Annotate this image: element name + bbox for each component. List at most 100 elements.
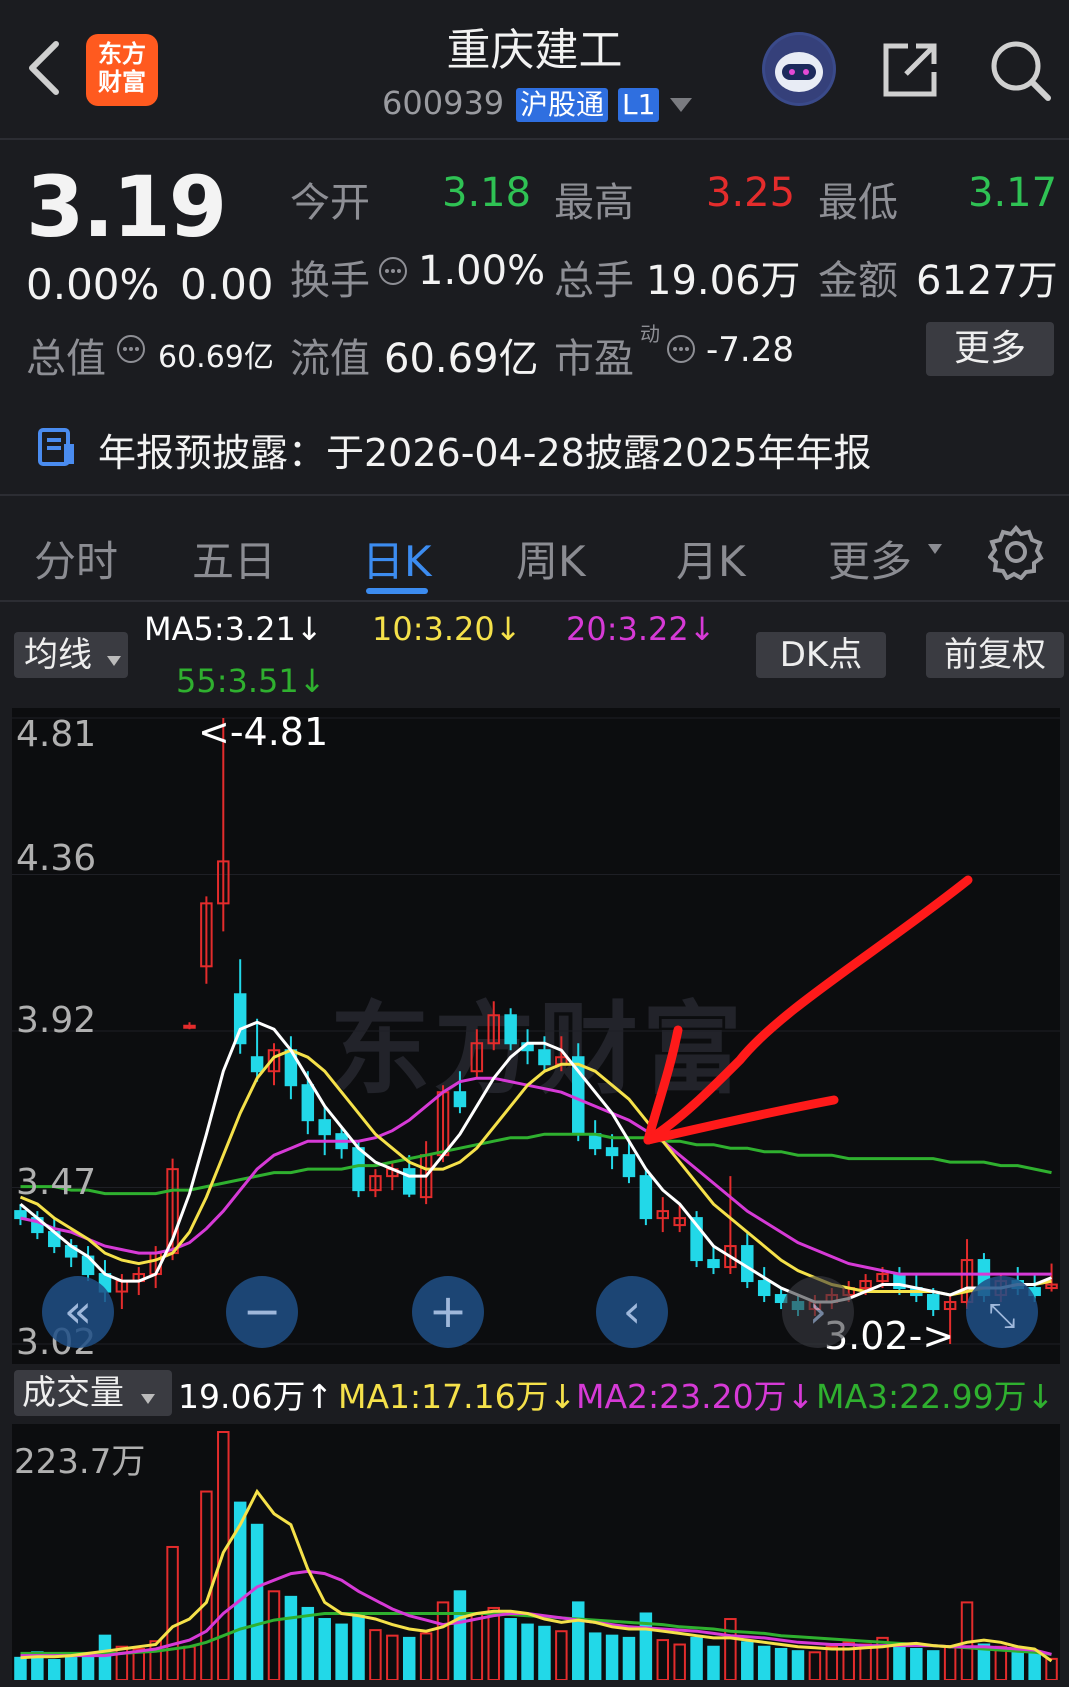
fullscreen-button[interactable]: ⤡	[966, 1276, 1038, 1348]
volume-bar	[301, 1606, 315, 1680]
chevron-right-icon: ›	[808, 1284, 828, 1338]
ma55-line	[20, 1132, 1052, 1196]
volume-bar	[741, 1641, 754, 1680]
hk-connect-badge: 沪股通	[516, 88, 609, 122]
volume-bar	[284, 1595, 298, 1680]
candle-body	[453, 1091, 467, 1108]
dropdown-caret-icon	[106, 656, 121, 666]
robot-icon	[765, 35, 833, 103]
volume-bar	[166, 1545, 179, 1680]
volume-bar	[81, 1652, 95, 1680]
annual-report-notice[interactable]: 年报预披露：于2026-04-28披露2025年年报	[98, 422, 872, 477]
price-axis-label-481: 4.81	[16, 714, 97, 755]
change-amount: 0.00	[180, 260, 274, 309]
candle-body	[538, 1049, 551, 1066]
volume-bar	[791, 1650, 805, 1680]
volume-bar	[605, 1634, 619, 1680]
candle-body	[622, 1154, 636, 1178]
tab-weekly-k[interactable]: 周K	[516, 528, 586, 589]
volume-bar	[419, 1632, 433, 1680]
volume-bar	[369, 1629, 382, 1680]
tab-intraday[interactable]: 分时	[34, 528, 118, 589]
price-axis-label-436: 4.36	[16, 838, 97, 879]
volume-label: 总手	[554, 258, 634, 304]
double-chevron-left-icon: «	[63, 1284, 93, 1338]
volume-bar	[926, 1650, 940, 1680]
volume-bar	[825, 1645, 839, 1680]
zoom-out-button[interactable]: −	[226, 1276, 298, 1348]
volume-bar	[690, 1636, 703, 1680]
volume-bar	[673, 1643, 686, 1680]
volume-bar	[572, 1601, 585, 1680]
dk-point-button[interactable]: DK点	[756, 632, 886, 678]
volume-bar	[64, 1654, 78, 1680]
ma-selector-button[interactable]: 均线	[14, 632, 128, 678]
candle-body	[504, 1014, 517, 1045]
expand-arrows-icon: ⤡	[988, 1296, 1016, 1336]
tab-daily-k[interactable]: 日K	[362, 528, 432, 589]
volume-bar	[1045, 1657, 1058, 1680]
volume-bar	[48, 1659, 61, 1680]
volume-bar	[335, 1623, 348, 1680]
vol-ma1-readout: MA1:17.16万↓	[338, 1377, 577, 1416]
volume-bar	[656, 1639, 670, 1680]
volume-bar	[386, 1634, 399, 1680]
amount-label: 金额	[818, 258, 898, 304]
volume-bar	[487, 1606, 500, 1680]
info-dots-icon[interactable]	[116, 334, 146, 364]
level1-badge: L1	[618, 88, 660, 122]
volume-axis-max-label: 223.7万	[14, 1442, 146, 1482]
stock-code: 600939	[382, 84, 505, 122]
chevron-left-icon: ‹	[622, 1284, 642, 1338]
price-axis-label-392: 3.92	[16, 1000, 97, 1041]
plus-icon: +	[428, 1284, 468, 1338]
volume-value: 19.06万	[646, 258, 801, 304]
volume-bar	[183, 1645, 196, 1680]
float-cap-label: 流值	[290, 336, 370, 382]
zoom-in-button[interactable]: +	[412, 1276, 484, 1348]
volume-bar	[910, 1647, 923, 1680]
forward-adjust-button[interactable]: 前复权	[926, 632, 1064, 678]
indicator-selector-button[interactable]: 成交量	[14, 1370, 172, 1416]
info-dots-icon[interactable]	[666, 334, 696, 364]
volume-bar	[98, 1634, 112, 1680]
candle-body	[183, 1024, 196, 1029]
volume-bar	[859, 1643, 872, 1680]
search-icon[interactable]	[988, 38, 1052, 102]
assistant-robot-avatar[interactable]	[762, 32, 836, 106]
low-value: 3.17	[968, 170, 1058, 216]
share-icon[interactable]	[880, 40, 940, 100]
divider	[0, 600, 1069, 602]
vol-ma1-line	[20, 1488, 1053, 1663]
amount-value: 6127万	[916, 258, 1058, 304]
volume-bar	[588, 1632, 602, 1680]
ma10-readout: 10:3.20↓	[372, 610, 522, 648]
settings-gear-icon[interactable]	[988, 524, 1044, 580]
info-dots-icon[interactable]	[378, 256, 408, 286]
scroll-far-left-button[interactable]: «	[42, 1276, 114, 1348]
candle-body	[250, 1056, 264, 1073]
tab-five-day[interactable]: 五日	[192, 528, 276, 589]
volume-bar	[1028, 1650, 1041, 1680]
candle-body	[402, 1168, 416, 1195]
tab-more[interactable]: 更多	[828, 528, 912, 589]
market-cap-value: 60.69亿	[158, 340, 274, 375]
scroll-right-button[interactable]: ›	[782, 1276, 854, 1348]
candle-body	[301, 1084, 315, 1122]
dropdown-caret-icon[interactable]	[670, 98, 692, 112]
market-cap-label: 总值	[26, 336, 106, 382]
scroll-left-button[interactable]: ‹	[596, 1276, 668, 1348]
volume-readout: 19.06万↑	[178, 1377, 334, 1416]
more-quote-button[interactable]: 更多	[926, 322, 1054, 376]
price-axis-label-347: 3.47	[16, 1162, 97, 1203]
volume-bar	[757, 1645, 771, 1680]
divider	[0, 138, 1069, 140]
candle-body	[757, 1280, 771, 1297]
volume-bar	[555, 1630, 568, 1680]
active-tab-indicator	[366, 588, 428, 594]
ma55-readout: 55:3.51↓	[176, 662, 326, 700]
candle-body	[926, 1294, 940, 1311]
tab-monthly-k[interactable]: 月K	[676, 528, 746, 589]
volume-bar	[724, 1618, 737, 1680]
ma20-readout: 20:3.22↓	[566, 610, 716, 648]
